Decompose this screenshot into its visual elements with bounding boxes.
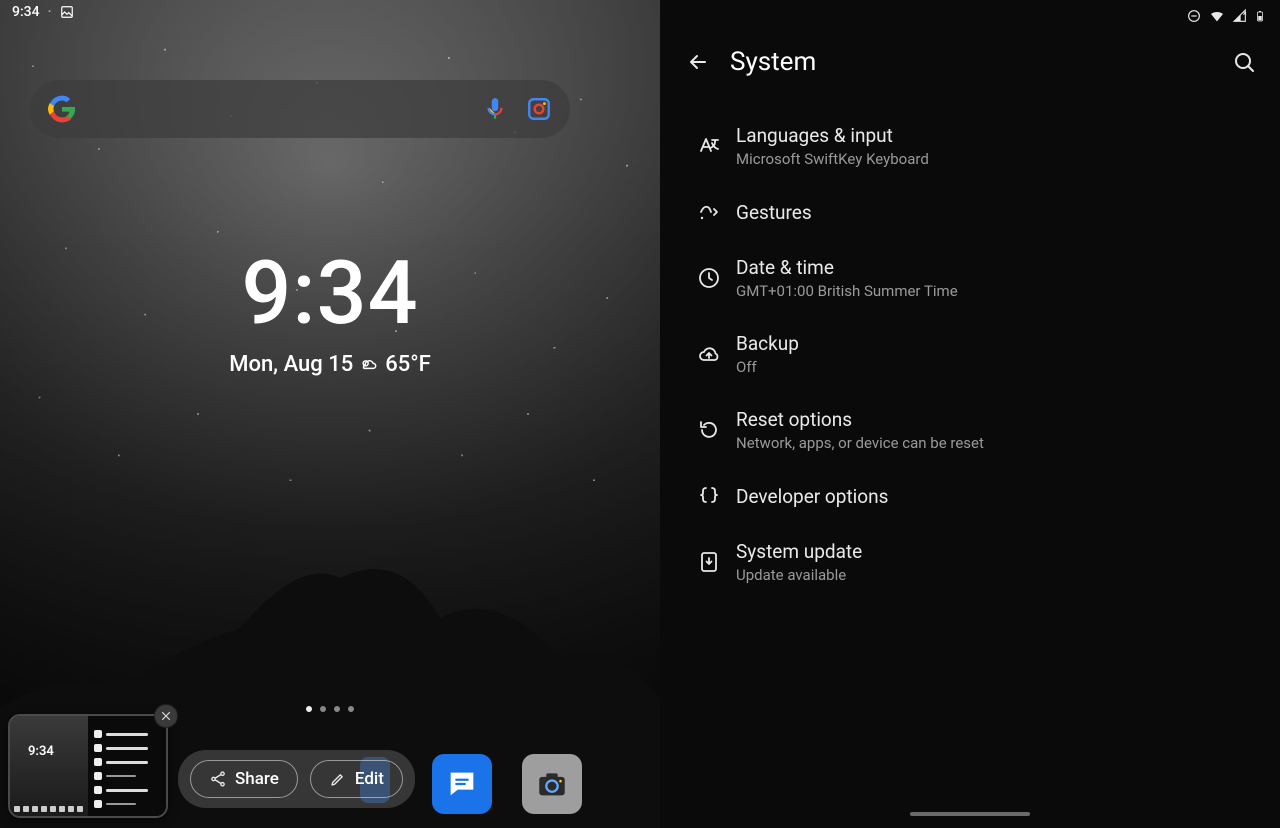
nav-handle bbox=[910, 812, 1030, 816]
close-icon bbox=[159, 709, 173, 723]
search-settings-button[interactable] bbox=[1224, 42, 1264, 82]
weather-icon bbox=[359, 355, 379, 375]
clock-date-weather: Mon, Aug 15 65°F bbox=[229, 352, 431, 377]
row-title: Date & time bbox=[736, 256, 1256, 279]
row-subtitle: Off bbox=[736, 358, 1256, 376]
status-time: 9:34 bbox=[12, 4, 40, 20]
battery-icon bbox=[1254, 8, 1266, 24]
row-subtitle: GMT+01:00 British Summer Time bbox=[736, 282, 1256, 300]
language-icon bbox=[697, 134, 721, 158]
status-bar-left: 9:34 · bbox=[12, 4, 74, 20]
settings-row-languages[interactable]: Languages & input Microsoft SwiftKey Keyb… bbox=[660, 108, 1280, 184]
settings-row-update[interactable]: System update Update available bbox=[660, 524, 1280, 600]
gestures-icon bbox=[697, 200, 721, 224]
settings-pane: System Languages & input Microsoft SwiftK… bbox=[660, 0, 1280, 828]
settings-list: Languages & input Microsoft SwiftKey Keyb… bbox=[660, 108, 1280, 600]
thumb-time: 9:34 bbox=[28, 744, 54, 759]
settings-row-developer[interactable]: Developer options bbox=[660, 468, 1280, 524]
wifi-icon bbox=[1208, 8, 1226, 24]
screenshot-thumbnail[interactable]: 9:34 bbox=[8, 714, 168, 818]
home-dock bbox=[432, 754, 582, 814]
clock-time: 9:34 bbox=[0, 250, 660, 338]
home-screen-pane: 9:34 · bbox=[0, 0, 660, 828]
settings-row-datetime[interactable]: Date & time GMT+01:00 British Summer Time bbox=[660, 240, 1280, 316]
camera-app-icon[interactable] bbox=[522, 754, 582, 814]
row-title: Reset options bbox=[736, 408, 1256, 431]
cloud-upload-icon bbox=[697, 342, 721, 366]
row-subtitle: Update available bbox=[736, 566, 1256, 584]
settings-row-reset[interactable]: Reset options Network, apps, or device ca… bbox=[660, 392, 1280, 468]
share-button[interactable]: Share bbox=[190, 760, 298, 798]
arrow-back-icon bbox=[686, 50, 710, 74]
page-dot bbox=[306, 706, 312, 712]
status-bar-right bbox=[660, 0, 1280, 28]
share-label: Share bbox=[235, 769, 279, 789]
back-button[interactable] bbox=[678, 42, 718, 82]
row-title: Developer options bbox=[736, 485, 1256, 508]
page-indicator[interactable] bbox=[306, 706, 354, 712]
google-lens-icon[interactable] bbox=[526, 96, 552, 122]
system-update-icon bbox=[697, 550, 721, 574]
edit-icon bbox=[329, 770, 347, 788]
reset-icon bbox=[697, 418, 721, 442]
clock-widget[interactable]: 9:34 Mon, Aug 15 65°F bbox=[0, 250, 660, 377]
image-notification-icon bbox=[60, 5, 74, 19]
dnd-icon bbox=[1186, 8, 1202, 24]
settings-row-backup[interactable]: Backup Off bbox=[660, 316, 1280, 392]
settings-app-bar: System bbox=[660, 28, 1280, 108]
row-title: Languages & input bbox=[736, 124, 1256, 147]
messages-app-icon[interactable] bbox=[432, 754, 492, 814]
search-icon bbox=[1232, 50, 1256, 74]
screenshot-preview[interactable]: 9:34 bbox=[8, 714, 168, 818]
settings-title: System bbox=[730, 47, 816, 77]
row-title: Backup bbox=[736, 332, 1256, 355]
share-icon bbox=[209, 770, 227, 788]
braces-icon bbox=[697, 484, 721, 508]
row-subtitle: Microsoft SwiftKey Keyboard bbox=[736, 150, 1256, 168]
clock-temp: 65°F bbox=[385, 352, 431, 377]
voice-search-icon[interactable] bbox=[482, 96, 508, 122]
settings-row-gestures[interactable]: Gestures bbox=[660, 184, 1280, 240]
row-title: Gestures bbox=[736, 201, 1256, 224]
page-dot bbox=[320, 706, 326, 712]
gesture-nav-bar[interactable] bbox=[660, 800, 1280, 828]
clock-date: Mon, Aug 15 bbox=[229, 352, 353, 377]
google-logo-icon bbox=[48, 95, 76, 123]
page-dot bbox=[348, 706, 354, 712]
edit-label: Edit bbox=[355, 769, 384, 789]
screenshot-action-bar: Share Edit bbox=[178, 750, 415, 808]
clock-icon bbox=[697, 266, 721, 290]
dismiss-screenshot-button[interactable] bbox=[154, 704, 178, 728]
row-title: System update bbox=[736, 540, 1256, 563]
edit-button[interactable]: Edit bbox=[310, 760, 403, 798]
status-separator: · bbox=[48, 4, 52, 20]
page-dot bbox=[334, 706, 340, 712]
google-search-widget[interactable] bbox=[30, 80, 570, 138]
signal-icon bbox=[1232, 8, 1248, 24]
row-subtitle: Network, apps, or device can be reset bbox=[736, 434, 1256, 452]
